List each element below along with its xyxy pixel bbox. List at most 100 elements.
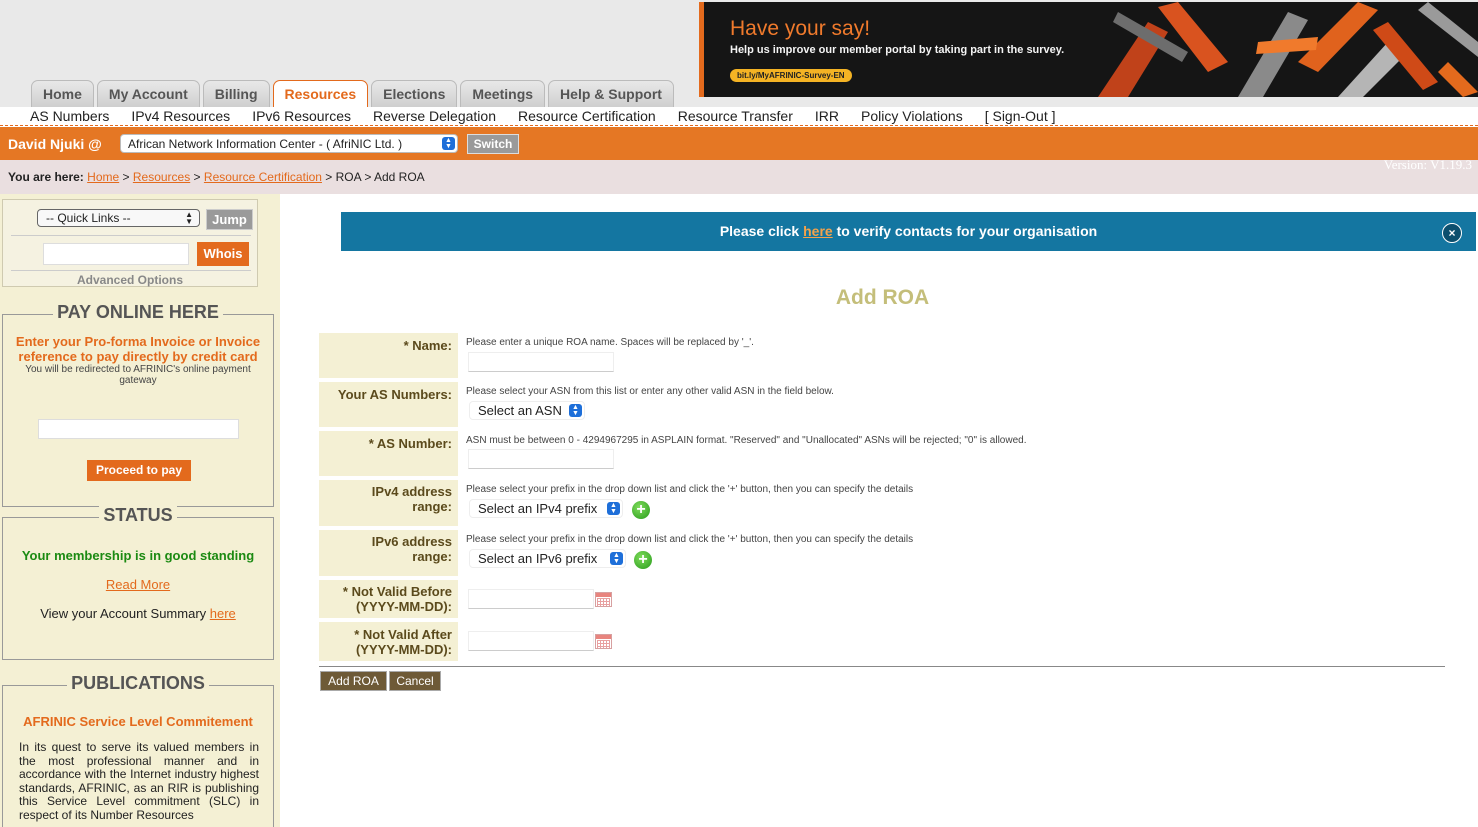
ipv6-help: Please select your prefix in the drop do… xyxy=(466,534,914,545)
breadcrumb-label: You are here: xyxy=(8,170,84,184)
survey-banner[interactable]: Have your say! Help us improve our membe… xyxy=(699,2,1478,97)
name-label: * Name: xyxy=(319,333,458,378)
tab-billing[interactable]: Billing xyxy=(202,80,270,107)
panel-legend-text: PAY ONLINE HERE xyxy=(53,302,223,322)
as-numbers-help: Please select your ASN from this list or… xyxy=(466,386,834,397)
subnav-ipv4-resources[interactable]: IPv4 Resources xyxy=(131,107,230,125)
user-name: David Njuki @ xyxy=(8,136,102,152)
account-summary-link[interactable]: here xyxy=(210,606,236,621)
as-number-row: * AS Number: ASN must be between 0 - 429… xyxy=(319,431,1445,476)
top-header: Have your say! Help us improve our membe… xyxy=(0,0,1478,107)
ipv6-label: IPv6 address range: xyxy=(319,530,458,576)
add-ipv6-prefix-icon[interactable]: + xyxy=(634,551,652,569)
not-valid-before-row: * Not Valid Before (YYYY-MM-DD): xyxy=(319,580,1445,618)
not-valid-after-row: * Not Valid After (YYYY-MM-DD): xyxy=(319,622,1445,661)
breadcrumb-home[interactable]: Home xyxy=(87,170,119,184)
advanced-options-link[interactable]: Advanced Options xyxy=(3,273,257,287)
subnav-irr[interactable]: IRR xyxy=(815,107,839,125)
membership-status: Your membership is in good standing xyxy=(21,548,255,563)
status-legend: STATUS xyxy=(3,505,273,526)
banner-link[interactable]: bit.ly/MyAFRINIC-Survey-EN xyxy=(730,69,852,82)
panel-legend-text: STATUS xyxy=(99,505,177,525)
ipv4-prefix-select[interactable]: Select an IPv4 prefix ▲ ▼ xyxy=(469,499,623,518)
not-valid-before-label: * Not Valid Before (YYYY-MM-DD): xyxy=(319,580,458,618)
switch-button[interactable]: Switch xyxy=(467,134,519,154)
tab-home[interactable]: Home xyxy=(31,80,94,107)
as-numbers-label: Your AS Numbers: xyxy=(319,382,458,427)
breadcrumb-separator: > xyxy=(119,170,133,184)
breadcrumb-resources[interactable]: Resources xyxy=(133,170,190,184)
notice-text: Please click here to verify contacts for… xyxy=(341,223,1476,239)
sidebar: -- Quick Links -- ▲ ▼ Jump Whois Advanced… xyxy=(0,194,280,827)
subnav-reverse-delegation[interactable]: Reverse Delegation xyxy=(373,107,496,125)
not-valid-after-input[interactable] xyxy=(468,631,594,651)
account-summary-text: View your Account Summary xyxy=(40,606,210,621)
ipv4-select-value: Select an IPv4 prefix xyxy=(478,501,598,516)
tab-my-account[interactable]: My Account xyxy=(96,80,200,107)
notice-prefix: Please click xyxy=(719,223,804,239)
form-divider xyxy=(319,666,1445,667)
subnav-resource-transfer[interactable]: Resource Transfer xyxy=(678,107,793,125)
proceed-to-pay-button[interactable]: Proceed to pay xyxy=(87,460,191,481)
page: Have your say! Help us improve our membe… xyxy=(0,0,1478,827)
breadcrumb-current: > ROA > Add ROA xyxy=(321,170,425,184)
whois-input[interactable] xyxy=(43,243,189,265)
subnav-resource-certification[interactable]: Resource Certification xyxy=(518,107,656,125)
quick-links-select[interactable]: -- Quick Links -- ▲ ▼ xyxy=(37,209,200,227)
not-valid-before-input[interactable] xyxy=(468,589,594,609)
tab-elections[interactable]: Elections xyxy=(371,80,458,107)
asn-select[interactable]: Select an ASN ▲ ▼ xyxy=(469,401,585,420)
pay-heading: Enter your Pro-forma Invoice or Invoice … xyxy=(15,334,261,364)
not-valid-after-label: * Not Valid After (YYYY-MM-DD): xyxy=(319,622,458,661)
breadcrumb-bar: Version: V1.19.3 You are here: Home > Re… xyxy=(0,157,1478,194)
version-label: Version: V1.19.3 xyxy=(1383,157,1472,172)
publication-title[interactable]: AFRINIC Service Level Commitement xyxy=(3,714,273,729)
tab-meetings[interactable]: Meetings xyxy=(460,80,546,107)
name-row: * Name: Please enter a unique ROA name. … xyxy=(319,333,1445,378)
whois-button[interactable]: Whois xyxy=(197,242,249,266)
chevron-updown-icon: ▲ ▼ xyxy=(442,137,455,150)
calendar-icon[interactable] xyxy=(595,634,612,649)
as-number-input[interactable] xyxy=(468,449,614,469)
close-icon[interactable]: × xyxy=(1442,223,1462,243)
account-summary-line: View your Account Summary here xyxy=(3,606,273,621)
subnav-ipv6-resources[interactable]: IPv6 Resources xyxy=(252,107,351,125)
chevron-updown-icon: ▲ ▼ xyxy=(607,502,620,515)
divider xyxy=(11,235,251,236)
verify-contacts-notice: Please click here to verify contacts for… xyxy=(341,212,1476,251)
add-roa-button[interactable]: Add ROA xyxy=(320,671,387,691)
subnav-as-numbers[interactable]: AS Numbers xyxy=(30,107,109,125)
organisation-select-value: African Network Information Center - ( A… xyxy=(128,137,403,151)
ipv6-prefix-select[interactable]: Select an IPv6 prefix ▲ ▼ xyxy=(469,549,626,568)
pay-online-panel: PAY ONLINE HERE Enter your Pro-forma Inv… xyxy=(2,302,274,507)
ipv4-help: Please select your prefix in the drop do… xyxy=(466,484,914,495)
publication-body: In its quest to serve its valued members… xyxy=(19,740,259,822)
as-number-help: ASN must be between 0 - 4294967295 in AS… xyxy=(466,435,1027,446)
main-tabs: Home My Account Billing Resources Electi… xyxy=(31,80,674,107)
tab-help-support[interactable]: Help & Support xyxy=(548,80,674,107)
banner-title: Have your say! xyxy=(730,17,871,40)
ipv4-label: IPv4 address range: xyxy=(319,480,458,526)
tab-resources[interactable]: Resources xyxy=(272,80,369,107)
ipv4-row: IPv4 address range: Please select your p… xyxy=(319,480,1445,526)
sign-out-link[interactable]: [ Sign-Out ] xyxy=(985,107,1056,125)
as-numbers-row: Your AS Numbers: Please select your ASN … xyxy=(319,382,1445,427)
chevron-updown-icon: ▲ ▼ xyxy=(185,210,193,226)
pay-online-legend: PAY ONLINE HERE xyxy=(3,302,273,323)
verify-contacts-link[interactable]: here xyxy=(803,223,833,239)
roa-name-input[interactable] xyxy=(468,352,614,372)
add-ipv4-prefix-icon[interactable]: + xyxy=(632,501,650,519)
as-number-label: * AS Number: xyxy=(319,431,458,476)
breadcrumb-resource-certification[interactable]: Resource Certification xyxy=(204,170,322,184)
cancel-button[interactable]: Cancel xyxy=(389,671,441,691)
calendar-icon[interactable] xyxy=(595,592,612,607)
breadcrumb: You are here: Home > Resources > Resourc… xyxy=(8,170,425,184)
jump-button[interactable]: Jump xyxy=(206,209,253,230)
publications-legend: PUBLICATIONS xyxy=(3,673,273,694)
subnav-policy-violations[interactable]: Policy Violations xyxy=(861,107,963,125)
invoice-reference-input[interactable] xyxy=(38,419,239,439)
read-more-link[interactable]: Read More xyxy=(3,577,273,592)
pay-note: You will be redirected to AFRINIC's onli… xyxy=(25,364,251,386)
panel-legend-text: PUBLICATIONS xyxy=(67,673,209,693)
organisation-select[interactable]: African Network Information Center - ( A… xyxy=(120,134,458,153)
